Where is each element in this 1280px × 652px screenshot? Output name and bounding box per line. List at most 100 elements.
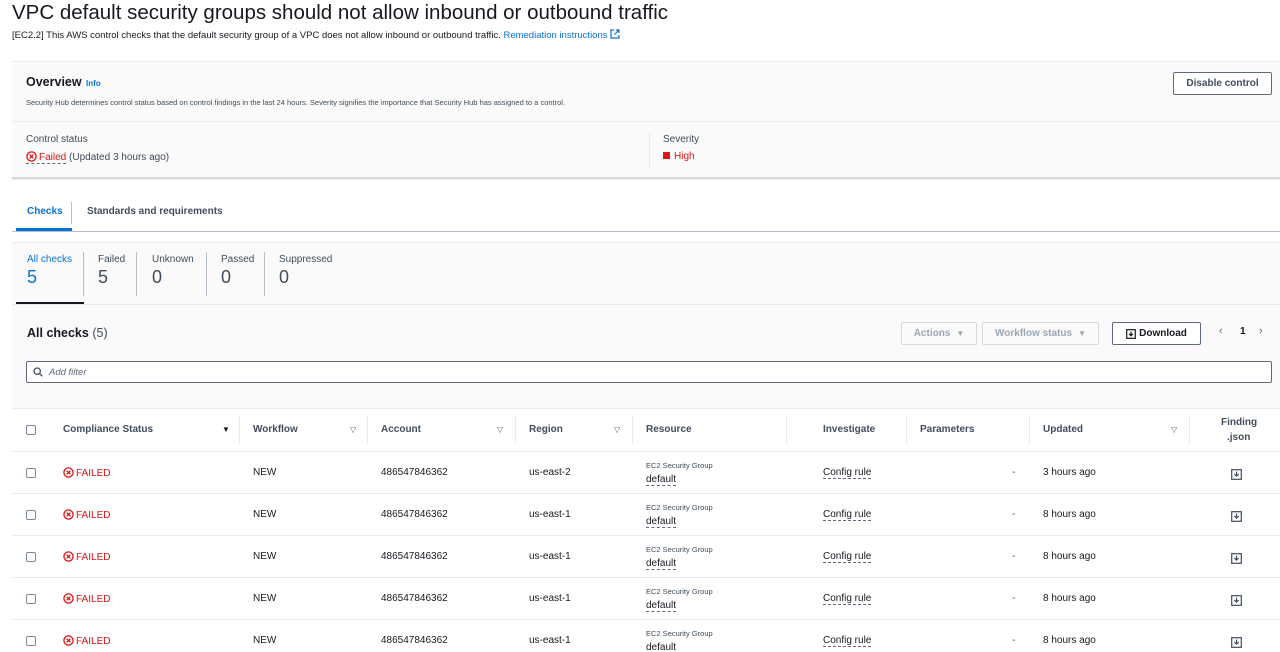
compliance-status-text: FAILED <box>76 636 111 647</box>
actions-label: Actions <box>913 328 951 339</box>
previous-page-icon[interactable]: ‹ <box>1219 325 1223 337</box>
column-updated[interactable]: Updated <box>1043 424 1083 435</box>
parameters-value: - <box>1012 635 1016 646</box>
stat-value: 0 <box>279 267 290 287</box>
config-rule-link[interactable]: Config rule <box>823 551 872 563</box>
account-id: 486547846362 <box>381 635 448 646</box>
download-button[interactable]: Download <box>1112 322 1201 345</box>
caret-down-icon: ▼ <box>956 329 965 338</box>
region: us-east-1 <box>529 551 571 562</box>
stat-failed[interactable]: Failed 5 <box>98 254 125 288</box>
column-workflow[interactable]: Workflow <box>253 424 298 435</box>
stat-all-checks[interactable]: All checks 5 <box>27 254 72 288</box>
divider <box>367 416 368 444</box>
divider <box>632 416 633 444</box>
compliance-status-text: FAILED <box>76 552 111 563</box>
row-checkbox[interactable] <box>26 510 36 520</box>
resource-type: EC2 Security Group <box>646 629 713 638</box>
sort-icon[interactable]: ▽ <box>1171 425 1177 434</box>
compliance-status: FAILED <box>63 551 110 563</box>
sort-icon[interactable]: ▽ <box>614 425 620 434</box>
row-checkbox[interactable] <box>26 468 36 478</box>
column-investigate: Investigate <box>823 424 876 435</box>
resource-link[interactable]: default <box>646 642 676 652</box>
sort-icon[interactable]: ▽ <box>497 425 503 434</box>
control-status-label: Control status <box>26 134 88 145</box>
config-rule-link[interactable]: Config rule <box>823 593 872 605</box>
page-description: [EC2.2] This AWS control checks that the… <box>12 29 620 41</box>
filter-placeholder: Add filter <box>49 367 87 378</box>
download-finding-icon[interactable] <box>1231 509 1242 522</box>
column-region[interactable]: Region <box>529 424 563 435</box>
sort-icon[interactable]: ▽ <box>350 425 356 434</box>
download-finding-icon[interactable] <box>1231 551 1242 564</box>
download-finding-icon[interactable] <box>1231 593 1242 606</box>
divider <box>239 416 240 444</box>
disable-control-button[interactable]: Disable control <box>1173 72 1272 95</box>
resource-link[interactable]: default <box>646 516 677 528</box>
download-finding-icon[interactable] <box>1231 467 1242 480</box>
remediation-link[interactable]: Remediation instructions <box>503 29 620 41</box>
overview-panel: Overview Info Security Hub determines co… <box>12 61 1280 179</box>
workflow-status: NEW <box>253 509 277 520</box>
caret-down-icon: ▼ <box>1078 329 1086 338</box>
control-description: [EC2.2] This AWS control checks that the… <box>12 30 501 41</box>
region: us-east-1 <box>529 593 571 604</box>
stat-label: Suppressed <box>279 254 333 265</box>
updated-time: 3 hours ago <box>1043 467 1096 478</box>
control-status-failed[interactable]: Failed <box>26 151 67 164</box>
tab-checks[interactable]: Checks <box>27 206 63 217</box>
column-resource[interactable]: Resource <box>646 424 692 435</box>
tab-standards-and-requirements[interactable]: Standards and requirements <box>87 206 223 217</box>
control-status-updated: (Updated 3 hours ago) <box>69 152 170 163</box>
row-checkbox[interactable] <box>26 594 36 604</box>
stat-passed[interactable]: Passed 0 <box>221 254 254 288</box>
stat-label: Passed <box>221 254 255 265</box>
row-checkbox[interactable] <box>26 636 36 646</box>
sort-descending-icon[interactable]: ▼ <box>222 425 230 434</box>
account-id: 486547846362 <box>381 593 448 604</box>
divider <box>515 416 516 444</box>
stat-unknown[interactable]: Unknown 0 <box>152 254 194 288</box>
search-icon <box>33 367 43 377</box>
resource-link[interactable]: default <box>646 474 677 486</box>
account-id: 486547846362 <box>381 551 448 562</box>
column-compliance-status[interactable]: Compliance Status <box>63 424 153 435</box>
stat-value: 5 <box>98 267 109 287</box>
resource-link[interactable]: default <box>646 558 677 570</box>
column-account[interactable]: Account <box>381 424 421 435</box>
workflow-status-button[interactable]: Workflow status ▼ <box>982 322 1099 345</box>
control-status-text: Failed <box>39 152 67 163</box>
config-rule-link[interactable]: Config rule <box>823 509 872 521</box>
compliance-status: FAILED <box>63 593 110 605</box>
error-circle-icon <box>63 467 74 478</box>
divider <box>1189 416 1190 444</box>
config-rule-link[interactable]: Config rule <box>823 635 872 647</box>
severity-value: High <box>663 151 695 162</box>
stat-suppressed[interactable]: Suppressed 0 <box>279 254 332 288</box>
updated-time: 8 hours ago <box>1043 593 1096 604</box>
actions-button[interactable]: Actions ▼ <box>901 322 977 345</box>
resource-link[interactable]: default <box>646 600 677 612</box>
severity-square-icon <box>663 152 670 159</box>
column-finding-json-ext: .json <box>1227 432 1251 443</box>
compliance-status-text: FAILED <box>76 510 111 521</box>
next-page-icon[interactable]: › <box>1259 325 1263 337</box>
page-number[interactable]: 1 <box>1240 326 1246 337</box>
download-icon <box>1126 328 1137 339</box>
updated-time: 8 hours ago <box>1043 635 1096 646</box>
filter-input[interactable]: Add filter <box>26 361 1272 383</box>
control-status-value: Failed (Updated 3 hours ago) <box>26 151 170 164</box>
info-link[interactable]: Info <box>86 79 101 88</box>
download-finding-icon[interactable] <box>1231 635 1242 648</box>
active-stat-indicator <box>16 302 84 304</box>
workflow-status: NEW <box>253 635 277 646</box>
select-all-checkbox[interactable] <box>26 425 36 435</box>
divider <box>136 252 137 296</box>
divider <box>83 252 84 296</box>
region: us-east-1 <box>529 509 571 520</box>
workflow-status: NEW <box>253 593 277 604</box>
row-checkbox[interactable] <box>26 552 36 562</box>
config-rule-link[interactable]: Config rule <box>823 467 872 479</box>
compliance-status: FAILED <box>63 467 110 479</box>
